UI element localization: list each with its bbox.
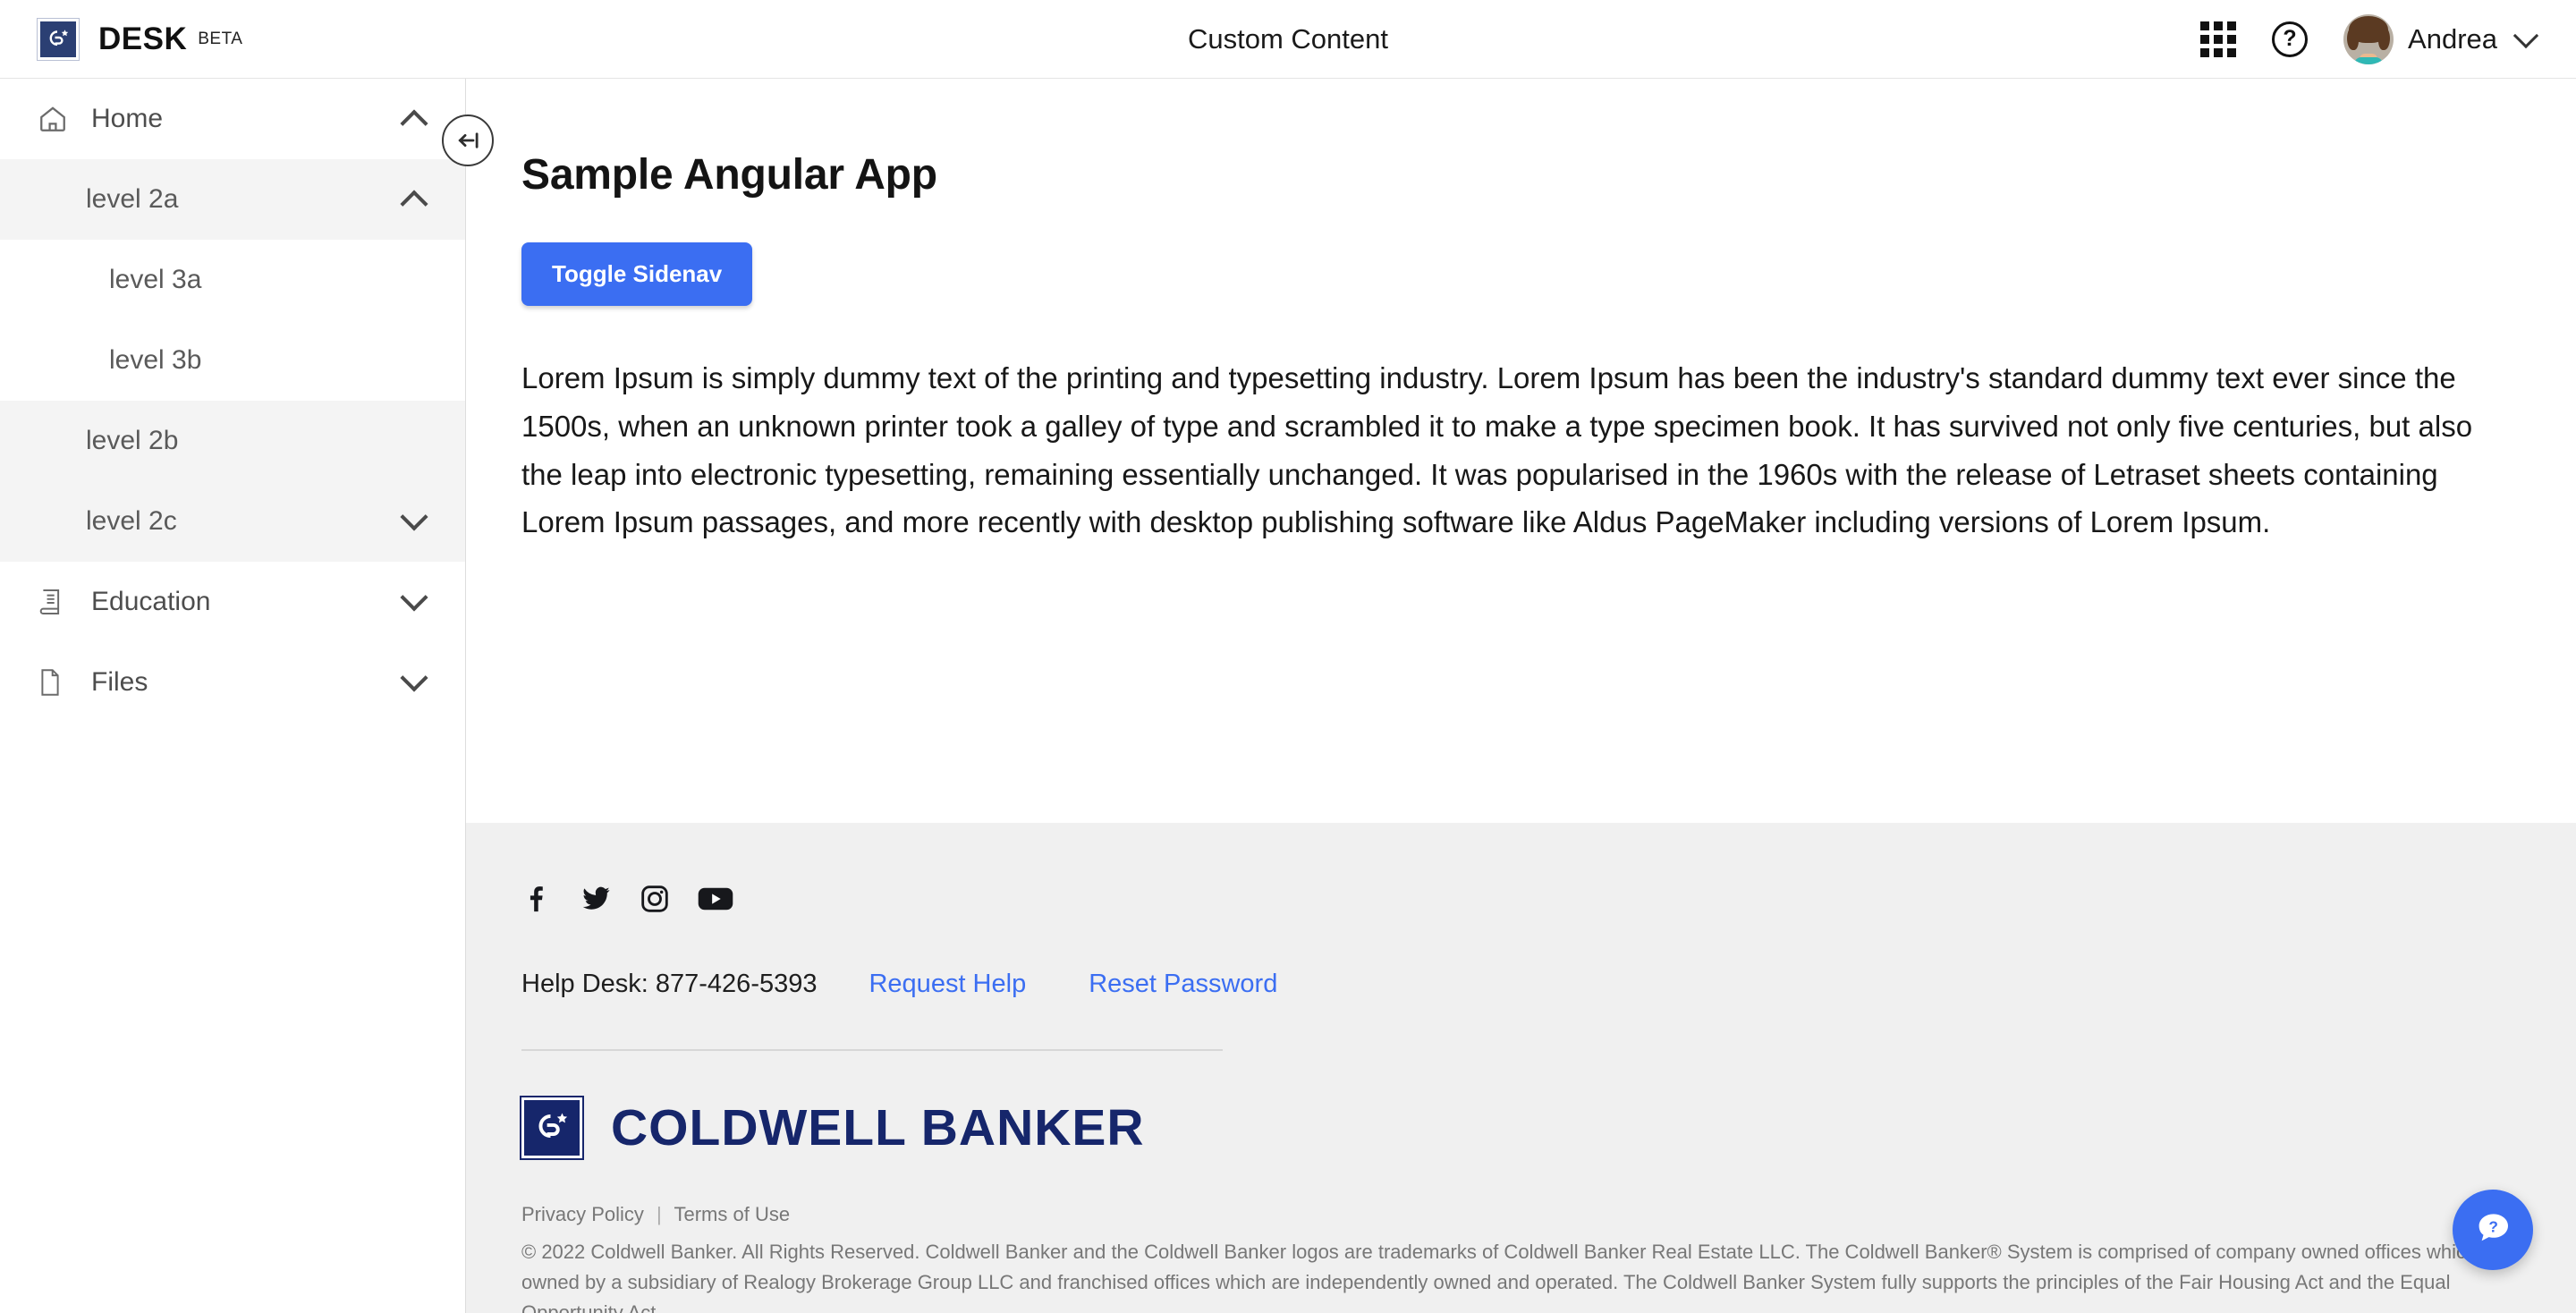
app-header: DESK BETA Custom Content ? Andrea: [0, 0, 2576, 79]
chevron-down-icon[interactable]: [2512, 22, 2539, 48]
main-content: Sample Angular App Toggle Sidenav Lorem …: [466, 79, 2576, 1313]
file-icon: [38, 668, 72, 697]
privacy-policy-link[interactable]: Privacy Policy: [521, 1203, 644, 1225]
sidebar-item-label: level 2c: [86, 506, 177, 536]
chat-help-button[interactable]: ?: [2453, 1190, 2533, 1270]
instagram-icon[interactable]: [640, 884, 670, 914]
chevron-down-icon[interactable]: [400, 503, 428, 531]
svg-text:?: ?: [2488, 1217, 2498, 1235]
sidebar-item-label: level 3b: [109, 345, 202, 375]
coldwell-banker-logo-icon: [520, 1096, 584, 1160]
user-menu[interactable]: Andrea: [2343, 13, 2539, 64]
page-title: Custom Content: [1188, 22, 1388, 55]
sidebar-item-label: level 2b: [86, 426, 179, 455]
sidebar-item-level-2b[interactable]: level 2b: [0, 401, 465, 481]
facebook-icon[interactable]: [521, 884, 552, 914]
lorem-paragraph: Lorem Ipsum is simply dummy text of the …: [521, 361, 2473, 539]
sidebar-item-level-2a[interactable]: level 2a: [0, 159, 465, 240]
sidebar-collapse-button[interactable]: [442, 114, 494, 166]
sidebar-item-level-2c[interactable]: level 2c: [0, 481, 465, 562]
terms-of-use-link[interactable]: Terms of Use: [674, 1203, 790, 1225]
sidebar-item-home[interactable]: Home: [0, 79, 465, 159]
request-help-link[interactable]: Request Help: [869, 970, 1026, 999]
coldwell-banker-footer-logo: COLDWELL BANKER: [520, 1096, 2521, 1160]
copyright-text: © 2022 Coldwell Banker. All Rights Reser…: [521, 1241, 2512, 1313]
sidebar-item-label: level 2a: [86, 184, 179, 214]
education-icon: [38, 588, 72, 616]
page-footer: Help Desk: 877-426-5393 Request Help Res…: [466, 823, 2576, 1313]
toggle-sidenav-button[interactable]: Toggle Sidenav: [521, 242, 753, 306]
social-links: [521, 884, 2521, 914]
apps-grid-icon[interactable]: [2200, 21, 2237, 57]
sidebar-item-label: Files: [91, 667, 148, 697]
header-actions: ? Andrea: [2200, 13, 2539, 64]
sidebar-item-level-3b[interactable]: level 3b: [0, 320, 465, 401]
chevron-down-icon[interactable]: [400, 664, 428, 692]
sidebar-item-label: Education: [91, 587, 211, 616]
help-desk-phone: Help Desk: 877-426-5393: [521, 970, 818, 998]
brand-beta-badge: BETA: [198, 29, 243, 48]
chevron-down-icon[interactable]: [400, 583, 428, 612]
help-desk-row: Help Desk: 877-426-5393 Request Help Res…: [521, 970, 2521, 999]
brand-logo-group[interactable]: DESK BETA: [37, 17, 243, 61]
sidebar-item-label: Home: [91, 104, 164, 133]
user-name: Andrea: [2408, 22, 2497, 55]
coldwell-banker-logo-icon: [37, 17, 80, 61]
reset-password-link[interactable]: Reset Password: [1089, 970, 1277, 999]
twitter-icon[interactable]: [580, 884, 612, 914]
home-icon: [38, 104, 72, 134]
content-heading: Sample Angular App: [521, 151, 937, 199]
brand-name: DESK: [98, 21, 188, 56]
legal-links: Privacy Policy | Terms of Use: [521, 1203, 2521, 1226]
sidebar-item-education[interactable]: Education: [0, 562, 465, 642]
coldwell-banker-wordmark: COLDWELL BANKER: [611, 1099, 1145, 1156]
youtube-icon[interactable]: [698, 885, 733, 913]
avatar: [2343, 13, 2394, 64]
legal-separator: |: [657, 1203, 662, 1225]
help-circle-icon[interactable]: ?: [2272, 21, 2309, 57]
chevron-up-icon[interactable]: [400, 109, 428, 138]
legal-section: Privacy Policy | Terms of Use © 2022 Col…: [521, 1203, 2521, 1313]
sidebar-item-files[interactable]: Files: [0, 642, 465, 723]
sidebar-item-label: level 3a: [109, 265, 202, 294]
sidebar-nav: Home level 2a level 3a level 3b level 2b…: [0, 79, 466, 1313]
content-area: Sample Angular App Toggle Sidenav Lorem …: [466, 79, 2576, 823]
sidebar-item-level-3a[interactable]: level 3a: [0, 240, 465, 320]
chevron-up-icon[interactable]: [400, 190, 428, 218]
footer-divider: [521, 1049, 1223, 1051]
